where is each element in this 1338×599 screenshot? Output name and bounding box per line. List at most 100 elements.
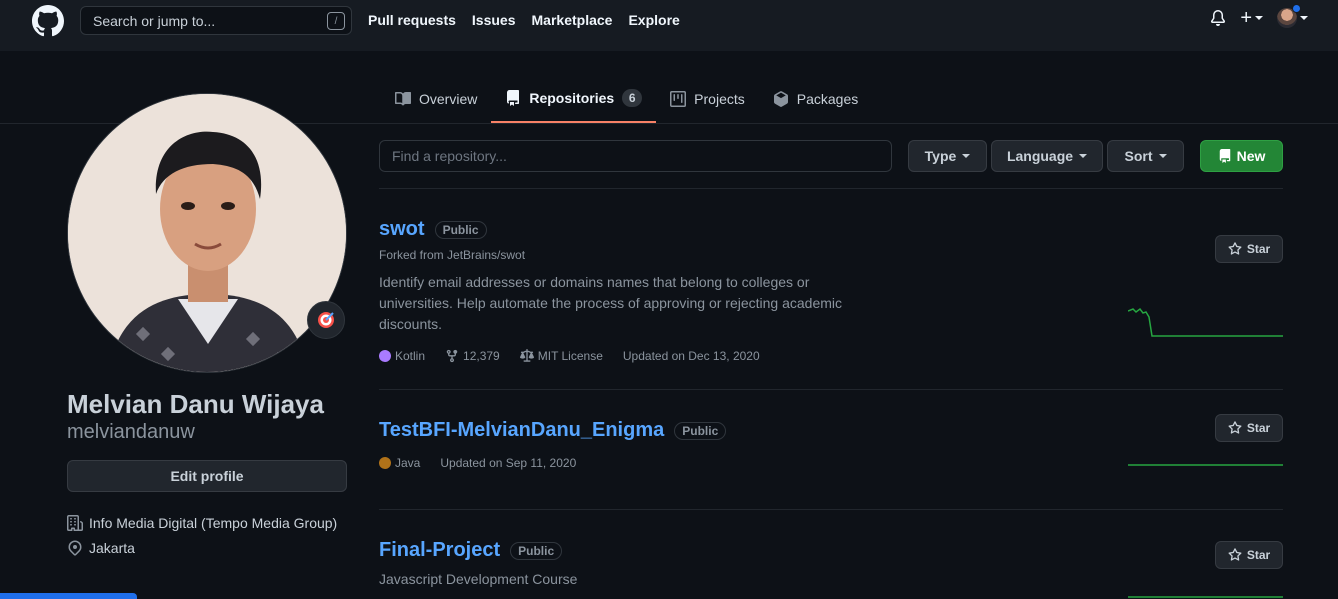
repo-updated: Updated on Sep 11, 2020 xyxy=(440,456,577,470)
plus-icon: + xyxy=(1240,7,1252,29)
law-icon xyxy=(519,349,534,362)
package-icon xyxy=(773,91,788,107)
repo-forks[interactable]: 12,379 xyxy=(445,349,500,363)
global-search-input[interactable]: Search or jump to... / xyxy=(80,6,352,35)
new-label: New xyxy=(1236,148,1266,164)
search-placeholder: Search or jump to... xyxy=(93,12,216,29)
find-repository-input[interactable] xyxy=(379,140,892,172)
scroll-indicator xyxy=(0,593,137,599)
type-label: Type xyxy=(924,148,957,164)
repo-description: Javascript Development Course xyxy=(379,571,578,587)
type-filter-button[interactable]: Type xyxy=(908,140,987,172)
company-name: Info Media Digital (Tempo Media Group) xyxy=(89,515,338,531)
repo-count-badge: 6 xyxy=(622,89,643,107)
divider xyxy=(379,509,1283,510)
repo-license: MIT License xyxy=(519,349,603,363)
fork-icon xyxy=(446,349,458,363)
nav-marketplace[interactable]: Marketplace xyxy=(532,12,613,28)
tab-label: Packages xyxy=(796,91,859,107)
nav-explore[interactable]: Explore xyxy=(628,12,679,28)
profile-avatar[interactable] xyxy=(67,93,347,373)
chevron-down-icon xyxy=(962,154,971,158)
book-icon xyxy=(395,91,411,106)
star-label: Star xyxy=(1246,421,1271,435)
organization-icon xyxy=(67,515,83,531)
star-label: Star xyxy=(1246,242,1271,256)
avatar-photo xyxy=(68,94,346,372)
global-nav: Pull requests Issues Marketplace Explore xyxy=(368,12,680,28)
forked-from: Forked from JetBrains/swot xyxy=(379,248,526,262)
repo-list-item: Final-Project Public Javascript Developm… xyxy=(379,539,1283,599)
star-icon xyxy=(1228,421,1242,434)
activity-sparkline xyxy=(1128,307,1283,337)
fork-count: 12,379 xyxy=(463,349,500,363)
repo-name-link[interactable]: swot xyxy=(379,218,425,241)
sort-button[interactable]: Sort xyxy=(1107,140,1184,172)
tab-packages[interactable]: Packages xyxy=(759,75,872,123)
repo-name-link[interactable]: TestBFI-MelvianDanu_Enigma xyxy=(379,419,664,442)
visibility-badge: Public xyxy=(434,220,487,239)
profile-username: melviandanuw xyxy=(67,421,195,443)
star-icon xyxy=(1228,548,1242,561)
user-menu[interactable] xyxy=(1277,4,1308,28)
chevron-down-icon xyxy=(1255,16,1263,20)
tab-label: Overview xyxy=(419,91,478,107)
tab-label: Projects xyxy=(694,91,745,107)
tab-overview[interactable]: Overview xyxy=(381,75,491,123)
language-name: Kotlin xyxy=(395,349,426,363)
search-shortcut-key: / xyxy=(327,12,345,30)
activity-sparkline xyxy=(1128,596,1283,598)
sort-label: Sort xyxy=(1124,148,1153,164)
star-button[interactable]: Star xyxy=(1215,541,1283,569)
repo-icon xyxy=(1219,149,1230,163)
nav-issues[interactable]: Issues xyxy=(472,12,516,28)
divider xyxy=(379,389,1283,390)
location-icon xyxy=(68,540,82,556)
repo-name-link[interactable]: Final-Project xyxy=(379,539,500,562)
chevron-down-icon xyxy=(1079,154,1088,158)
language-label: Language xyxy=(1006,148,1074,164)
repo-filter-bar: Type Language Sort New xyxy=(379,140,1283,172)
location-name: Jakarta xyxy=(89,540,135,556)
header-actions: + xyxy=(1210,4,1308,28)
repo-list-item: swot Public Forked from JetBrains/swot I… xyxy=(379,218,1283,378)
global-header: Search or jump to... / Pull requests Iss… xyxy=(0,0,1338,51)
visibility-badge: Public xyxy=(510,541,563,560)
profile-location: Jakarta xyxy=(67,540,135,556)
target-icon xyxy=(318,312,334,328)
star-icon xyxy=(1228,242,1242,255)
repo-meta: Kotlin 12,379 MIT License Updated on Dec… xyxy=(379,349,1283,363)
language-color-dot xyxy=(379,457,391,469)
repo-updated: Updated on Dec 13, 2020 xyxy=(622,349,760,363)
nav-pull-requests[interactable]: Pull requests xyxy=(368,12,456,28)
star-button[interactable]: Star xyxy=(1215,235,1283,263)
star-button[interactable]: Star xyxy=(1215,414,1283,442)
status-button[interactable] xyxy=(307,301,345,339)
activity-sparkline xyxy=(1128,464,1283,466)
github-logo-icon[interactable] xyxy=(32,5,64,37)
chevron-down-icon xyxy=(1300,16,1308,20)
edit-profile-button[interactable]: Edit profile xyxy=(67,460,347,492)
chevron-down-icon xyxy=(1158,154,1167,158)
create-new-menu[interactable]: + xyxy=(1240,8,1263,28)
repo-list-item: TestBFI-MelvianDanu_Enigma Public Java U… xyxy=(379,414,1283,499)
repo-language: Java xyxy=(379,456,420,470)
license-name: MIT License xyxy=(537,349,603,363)
repo-description: Identify email addresses or domains name… xyxy=(379,274,843,332)
notification-dot xyxy=(1292,4,1301,13)
star-label: Star xyxy=(1246,548,1271,562)
profile-company: Info Media Digital (Tempo Media Group) xyxy=(67,515,337,531)
tab-projects[interactable]: Projects xyxy=(656,75,759,123)
tab-label: Repositories xyxy=(529,90,615,106)
visibility-badge: Public xyxy=(674,421,727,440)
new-repository-button[interactable]: New xyxy=(1200,140,1283,172)
tab-repositories[interactable]: Repositories 6 xyxy=(491,75,657,123)
repo-language: Kotlin xyxy=(379,349,425,363)
language-name: Java xyxy=(395,456,421,470)
profile-full-name: Melvian Danu Wijaya xyxy=(67,389,324,419)
profile-tabs: Overview Repositories 6 Projects Package… xyxy=(381,75,872,123)
language-color-dot xyxy=(379,350,391,362)
repo-title-row: TestBFI-MelvianDanu_Enigma Public xyxy=(379,419,1283,442)
language-filter-button[interactable]: Language xyxy=(991,140,1103,172)
bell-icon[interactable] xyxy=(1210,10,1226,26)
